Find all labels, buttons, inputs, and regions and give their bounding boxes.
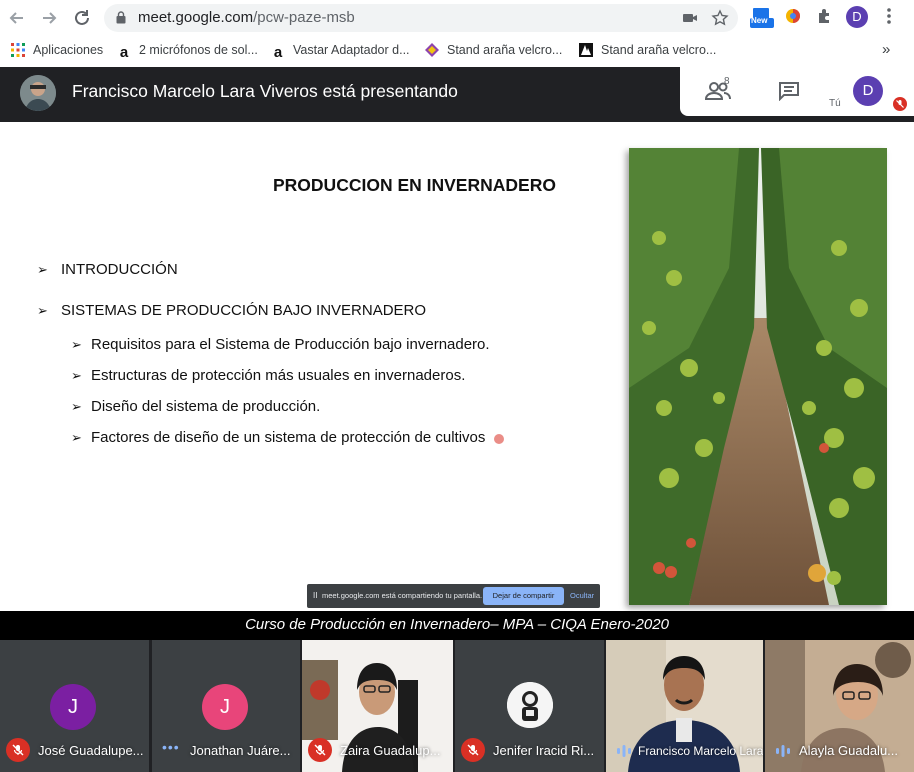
lock-icon bbox=[116, 11, 126, 24]
logo-icon bbox=[424, 43, 440, 59]
meet-actions-panel: 8 D Tú bbox=[680, 67, 914, 116]
chat-icon[interactable] bbox=[778, 81, 800, 102]
presenter-title: Francisco Marcelo Lara Viveros está pres… bbox=[72, 81, 458, 101]
amazon-icon: a bbox=[273, 44, 283, 61]
bookmark-label: Aplicaciones bbox=[33, 43, 104, 57]
url-text: meet.google.com/pcw-paze-msb bbox=[138, 9, 355, 26]
bookmark-label: Vastar Adaptador d... bbox=[293, 43, 410, 57]
participant-name: Jenifer Iracid Ri... bbox=[493, 743, 595, 758]
mic-off-icon bbox=[308, 738, 332, 762]
extensions-puzzle-icon[interactable] bbox=[814, 7, 836, 29]
screen-share-banner: II meet.google.com está compartiendo tu … bbox=[307, 584, 600, 608]
mic-off-icon bbox=[893, 97, 907, 111]
mic-off-icon bbox=[6, 738, 30, 762]
bookmark-item[interactable]: a Vastar Adaptador d... bbox=[270, 41, 410, 61]
bookmark-item[interactable]: a 2 micrófonos de sol... bbox=[116, 41, 258, 61]
omnibar-row: meet.google.com/pcw-paze-msb New D bbox=[0, 0, 914, 36]
presented-slide: PRODUCCION EN INVERNADERO ➢ INTRODUCCIÓN … bbox=[0, 122, 914, 611]
astronaut-avatar bbox=[507, 682, 553, 728]
bullet-arrow-icon: ➢ bbox=[71, 337, 82, 352]
participant-tile[interactable]: Alayla Guadalu... bbox=[765, 640, 914, 772]
forward-arrow-icon[interactable] bbox=[38, 7, 60, 29]
bullet-arrow-icon: ➢ bbox=[71, 368, 82, 383]
slide-sub-bullet: ➢ Factores de diseño de un sistema de pro… bbox=[71, 429, 486, 446]
mic-off-icon bbox=[461, 738, 485, 762]
audio-dots-icon: ••• bbox=[162, 739, 180, 755]
bookmark-item[interactable]: Stand araña velcro... bbox=[424, 41, 562, 59]
presenter-avatar bbox=[20, 75, 56, 111]
browser-chrome: meet.google.com/pcw-paze-msb New D Aplic… bbox=[0, 0, 914, 68]
bookmark-label: 2 micrófonos de sol... bbox=[139, 43, 258, 57]
bullet-arrow-icon: ➢ bbox=[71, 430, 82, 445]
slide-title: PRODUCCION EN INVERNADERO bbox=[273, 175, 556, 195]
slide-sub-bullet: ➢ Estructuras de protección más usuales e… bbox=[71, 367, 466, 384]
slide-bullet: ➢ SISTEMAS DE PRODUCCIÓN BAJO INVERNADERO bbox=[37, 302, 427, 319]
pause-icon: II bbox=[313, 591, 318, 600]
new-extension-icon[interactable]: New bbox=[750, 7, 774, 29]
bookmarks-bar: Aplicaciones a 2 micrófonos de sol... a Va… bbox=[0, 36, 914, 64]
stop-sharing-button[interactable]: Dejar de compartir bbox=[483, 587, 564, 605]
participant-tile[interactable]: Jenifer Iracid Ri... bbox=[455, 640, 604, 772]
participant-avatar: J bbox=[202, 684, 248, 730]
people-count: 8 bbox=[724, 76, 730, 87]
participant-strip: J José Guadalupe... J ••• Jonathan Juáre… bbox=[0, 640, 914, 772]
bookmark-apps[interactable]: Aplicaciones bbox=[10, 41, 103, 59]
camera-icon[interactable] bbox=[682, 10, 698, 26]
participant-avatar: J bbox=[50, 684, 96, 730]
share-message: meet.google.com está compartiendo tu pan… bbox=[322, 591, 483, 600]
bookmark-label: Stand araña velcro... bbox=[447, 43, 563, 57]
hide-banner-button[interactable]: Ocultar bbox=[570, 591, 594, 600]
participant-name: Jonathan Juáre... bbox=[190, 743, 291, 758]
apps-grid-icon bbox=[10, 43, 26, 59]
address-bar[interactable]: meet.google.com/pcw-paze-msb bbox=[104, 4, 738, 32]
logo-icon bbox=[578, 43, 594, 59]
participant-tile[interactable]: Zaira Guadalup... bbox=[302, 640, 453, 772]
course-caption: Curso de Producción en Invernadero– MPA … bbox=[245, 616, 669, 633]
speaking-wave-icon bbox=[617, 745, 631, 757]
bullet-arrow-icon: ➢ bbox=[37, 262, 48, 277]
reload-icon[interactable] bbox=[71, 7, 93, 29]
participant-tile[interactable]: Francisco Marcelo Lara... bbox=[606, 640, 763, 772]
participant-tile[interactable]: J José Guadalupe... bbox=[0, 640, 149, 772]
kebab-menu-icon[interactable] bbox=[878, 7, 900, 29]
back-arrow-icon[interactable] bbox=[6, 7, 28, 29]
slide-sub-bullet: ➢ Diseño del sistema de producción. bbox=[71, 398, 321, 415]
bullet-arrow-icon: ➢ bbox=[37, 303, 48, 318]
profile-avatar[interactable]: D bbox=[846, 6, 868, 28]
more-bookmarks-button[interactable]: » bbox=[882, 41, 890, 59]
self-avatar[interactable]: D bbox=[853, 76, 883, 106]
participant-name: Alayla Guadalu... bbox=[799, 743, 899, 758]
bookmark-label: Stand araña velcro... bbox=[601, 43, 717, 57]
self-label: Tú bbox=[829, 98, 841, 109]
color-extension-icon[interactable] bbox=[782, 7, 804, 29]
slide-sub-bullet: ➢ Requisitos para el Sistema de Producció… bbox=[71, 336, 490, 353]
amazon-icon: a bbox=[119, 44, 129, 61]
greenhouse-photo bbox=[629, 148, 887, 605]
slide-bullet: ➢ INTRODUCCIÓN bbox=[37, 261, 178, 278]
new-badge: New bbox=[751, 16, 768, 25]
bullet-arrow-icon: ➢ bbox=[71, 399, 82, 414]
speaking-wave-icon bbox=[776, 745, 790, 757]
bookmark-star-icon[interactable] bbox=[711, 9, 729, 27]
course-caption-bar: Curso de Producción en Invernadero– MPA … bbox=[0, 611, 914, 640]
bookmark-item[interactable]: Stand araña velcro... bbox=[578, 41, 716, 59]
participant-name: José Guadalupe... bbox=[38, 743, 144, 758]
participant-name: Francisco Marcelo Lara... bbox=[638, 744, 763, 758]
participant-tile[interactable]: J ••• Jonathan Juáre... bbox=[152, 640, 300, 772]
laser-pointer bbox=[494, 434, 504, 444]
participant-name: Zaira Guadalup... bbox=[340, 743, 441, 758]
